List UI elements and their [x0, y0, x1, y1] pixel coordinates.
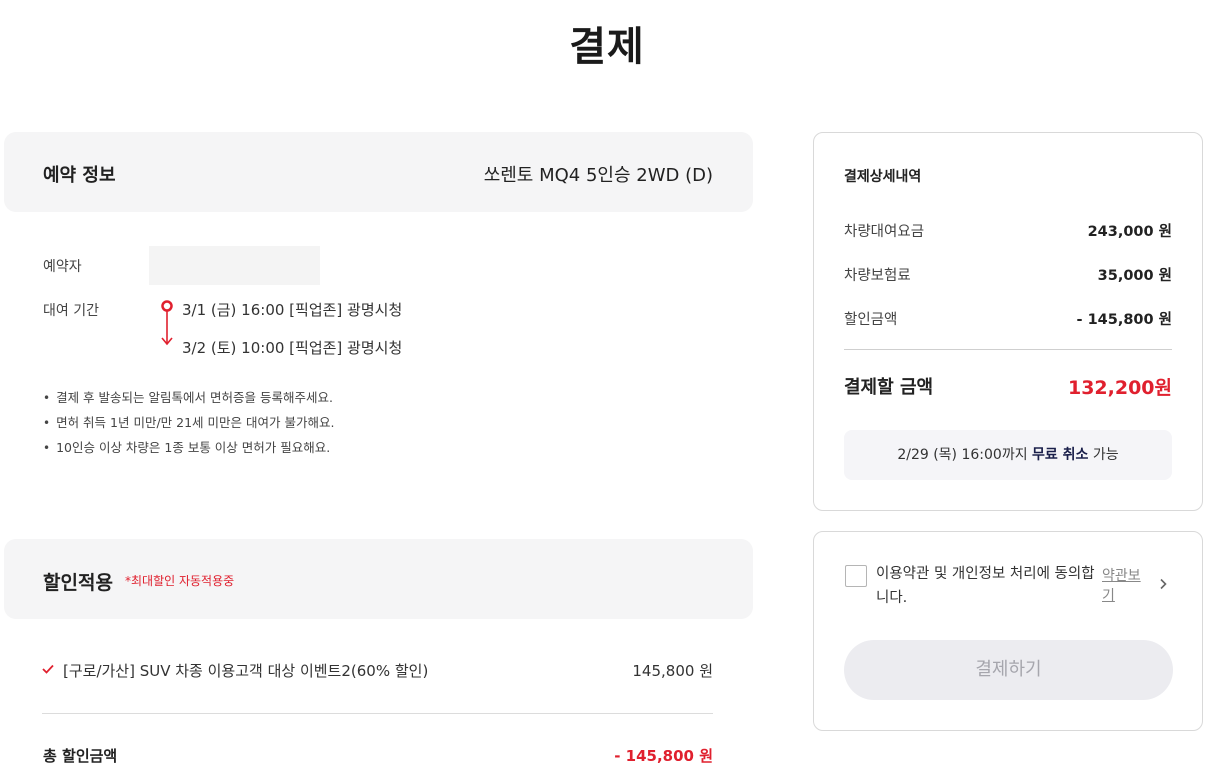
divider: [844, 349, 1172, 350]
notice-item: • 면허 취득 1년 미만/만 21세 미만은 대여가 불가해요.: [43, 415, 335, 430]
discount-auto-note: *최대할인 자동적용중: [125, 574, 235, 588]
pay-button[interactable]: 결제하기: [844, 640, 1173, 700]
route-arrow-icon: [161, 300, 173, 346]
summary-row-insurance: 차량보험료 35,000 원: [844, 268, 1172, 284]
pay-amount-value: 132,200원: [1067, 377, 1172, 399]
total-discount-amount: - 145,800 원: [614, 747, 713, 765]
summary-row-rental-fee: 차량대여요금 243,000 원: [844, 224, 1172, 240]
summary-row-discount: 할인금액 - 145,800 원: [844, 312, 1172, 328]
check-icon: [42, 664, 54, 674]
discount-header: 할인적용 *최대할인 자동적용중: [4, 539, 753, 619]
pay-amount-label: 결제할 금액: [844, 377, 934, 398]
page-title: 결제: [569, 24, 645, 70]
reservation-info-header: 예약 정보 쏘렌토 MQ4 5인승 2WD (D): [4, 132, 753, 212]
pickup-datetime: 3/1 (금) 16:00 [픽업존] 광명시청: [182, 301, 403, 319]
divider: [42, 713, 713, 714]
reserver-label: 예약자: [43, 259, 82, 275]
discount-item-amount: 145,800 원: [632, 662, 713, 680]
discount-item[interactable]: [구로/가산] SUV 차종 이용고객 대상 이벤트2(60% 할인) 145,…: [42, 660, 713, 682]
terms-agree-label[interactable]: 이용약관 및 개인정보 처리에 동의합니다.: [876, 562, 1096, 610]
summary-title: 결제상세내역: [844, 169, 922, 185]
chevron-right-icon[interactable]: [1158, 578, 1168, 590]
total-discount-label: 총 할인금액: [43, 747, 118, 765]
notice-list: • 결제 후 발송되는 알림톡에서 면허증을 등록해주세요. • 면허 취득 1년 …: [43, 390, 334, 465]
free-cancel-notice: 2/29 (목) 16:00까지 무료 취소 가능: [844, 430, 1172, 480]
rental-period-label: 대여 기간: [43, 303, 99, 319]
payment-summary-card: 결제상세내역 차량대여요금 243,000 원 차량보험료 35,000 원 할인금…: [813, 132, 1203, 511]
notice-item: • 결제 후 발송되는 알림톡에서 면허증을 등록해주세요.: [43, 390, 333, 405]
discount-title: 할인적용: [43, 572, 113, 594]
reservation-info-title: 예약 정보: [43, 165, 116, 186]
reserver-name-redacted: [149, 246, 320, 285]
notice-item: • 10인승 이상 차량은 1종 보통 이상 면허가 필요해요.: [43, 440, 331, 455]
view-terms-link[interactable]: 약관보기: [1102, 566, 1146, 606]
return-datetime: 3/2 (토) 10:00 [픽업존] 광명시청: [182, 339, 403, 357]
terms-agree-checkbox[interactable]: [845, 565, 867, 587]
agreement-card: 이용약관 및 개인정보 처리에 동의합니다. 약관보기 결제하기: [813, 531, 1203, 731]
car-name: 쏘렌토 MQ4 5인승 2WD (D): [483, 165, 713, 186]
discount-item-name: [구로/가산] SUV 차종 이용고객 대상 이벤트2(60% 할인): [63, 662, 429, 680]
